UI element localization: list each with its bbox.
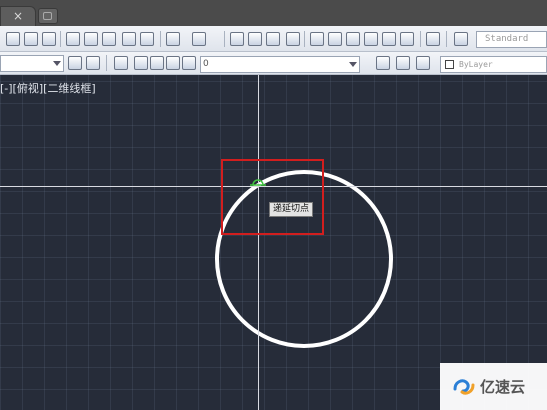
text-style-dropdown[interactable]: Standard bbox=[476, 31, 547, 48]
close-icon: × bbox=[12, 9, 24, 23]
chevron-down-icon bbox=[53, 61, 61, 66]
layer-lock-icon[interactable] bbox=[166, 56, 180, 70]
design-center-icon[interactable] bbox=[328, 32, 342, 46]
layer-freeze-sun-icon[interactable] bbox=[150, 56, 164, 70]
paste-icon[interactable] bbox=[102, 32, 116, 46]
drawing-canvas[interactable]: [-][俯视][二维线框] 递延切点 bbox=[0, 75, 547, 410]
new-tab-button[interactable] bbox=[38, 8, 58, 24]
redo-icon[interactable] bbox=[192, 32, 206, 46]
zoom-window-icon[interactable] bbox=[266, 32, 280, 46]
tool-palettes-icon[interactable] bbox=[346, 32, 360, 46]
yisu-logo-icon bbox=[453, 379, 475, 395]
color-swatch bbox=[445, 60, 454, 69]
calculator-icon[interactable] bbox=[400, 32, 414, 46]
workspace-dropdown[interactable] bbox=[0, 55, 64, 72]
save-icon[interactable] bbox=[42, 32, 56, 46]
zoom-realtime-icon[interactable] bbox=[248, 32, 262, 46]
toolbar-separator bbox=[446, 31, 447, 47]
crosshair-vertical-line bbox=[258, 75, 259, 410]
color-control-dropdown[interactable]: ByLayer bbox=[440, 56, 547, 73]
qnew-icon[interactable] bbox=[6, 32, 20, 46]
chevron-down-icon bbox=[349, 62, 357, 67]
markup-icon[interactable] bbox=[382, 32, 396, 46]
drawn-circle-layer bbox=[215, 170, 393, 348]
help-icon[interactable] bbox=[426, 32, 440, 46]
toolbar-separator bbox=[304, 31, 305, 47]
block-editor-icon[interactable] bbox=[140, 32, 154, 46]
color-dropdown-value: ByLayer bbox=[459, 60, 493, 69]
toolbar-separator bbox=[420, 31, 421, 47]
tangent-snap-marker-icon bbox=[250, 179, 266, 186]
undo-icon[interactable] bbox=[166, 32, 180, 46]
pan-icon[interactable] bbox=[230, 32, 244, 46]
watermark-text: 亿速云 bbox=[480, 378, 526, 396]
properties-icon[interactable] bbox=[310, 32, 324, 46]
layer-on-bulb-icon[interactable] bbox=[134, 56, 148, 70]
close-tab-button[interactable]: × bbox=[0, 6, 36, 26]
toolbar-separator bbox=[106, 55, 107, 71]
copy-icon[interactable] bbox=[84, 32, 98, 46]
standard-toolbar bbox=[0, 26, 547, 52]
sheet-set-icon[interactable] bbox=[364, 32, 378, 46]
layer-states-icon[interactable] bbox=[416, 56, 430, 70]
annotation-highlight-box bbox=[221, 159, 324, 235]
object-snap-tooltip: 递延切点 bbox=[269, 202, 314, 217]
watermark: 亿速云 bbox=[440, 363, 547, 410]
layer-properties-icon[interactable] bbox=[114, 56, 128, 70]
make-object-layer-current-icon[interactable] bbox=[376, 56, 390, 70]
toolbar-separator bbox=[160, 31, 161, 47]
toolbar-separator bbox=[60, 31, 61, 47]
layer-previous-icon[interactable] bbox=[396, 56, 410, 70]
layer-dropdown-value: 0 bbox=[203, 59, 209, 69]
toolbar-separator bbox=[224, 31, 225, 47]
layer-color-icon[interactable] bbox=[182, 56, 196, 70]
my-workspace-icon[interactable] bbox=[86, 56, 100, 70]
zoom-previous-icon[interactable] bbox=[286, 32, 300, 46]
match-properties-icon[interactable] bbox=[122, 32, 136, 46]
text-style-icon[interactable] bbox=[454, 32, 468, 46]
open-icon[interactable] bbox=[24, 32, 38, 46]
workspace-settings-icon[interactable] bbox=[68, 56, 82, 70]
cut-icon[interactable] bbox=[66, 32, 80, 46]
layer-dropdown[interactable]: 0 bbox=[200, 56, 360, 73]
document-tab-bar: × bbox=[0, 0, 547, 26]
